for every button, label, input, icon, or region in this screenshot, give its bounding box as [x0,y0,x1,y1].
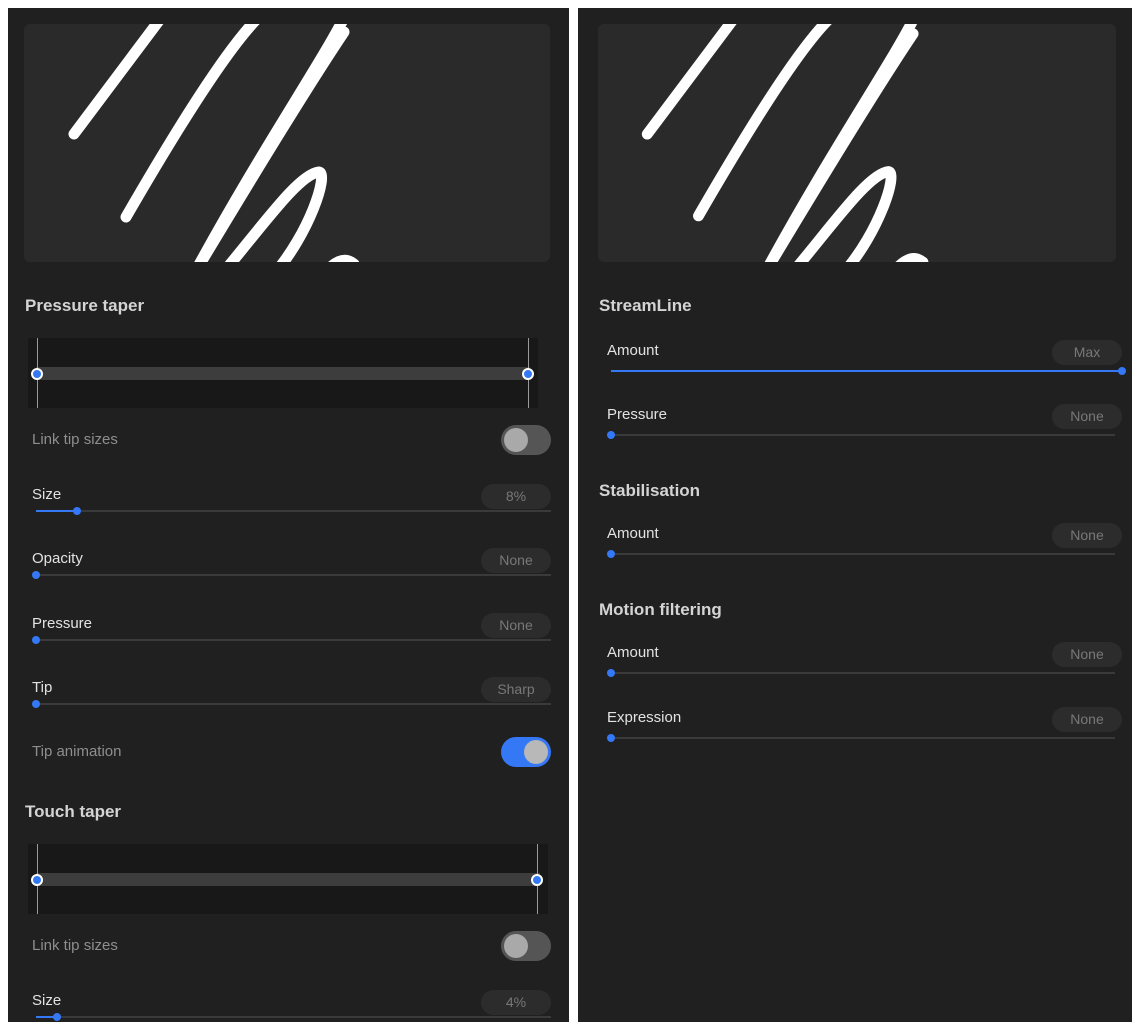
pt-tip-slider-track[interactable] [36,703,551,705]
sl-pressure-value[interactable]: None [1052,404,1122,429]
pt-size-row: Size 8% [32,484,551,520]
pt-pressure-row: Pressure None [32,613,551,649]
taper-start-handle[interactable] [31,368,43,380]
sl-amount-slider-fill [611,370,1122,372]
sl-pressure-slider-track[interactable] [611,434,1115,436]
sl-pressure-row: Pressure None [607,404,1122,440]
pt-opacity-slider-knob[interactable] [32,571,40,579]
taper-end-handle[interactable] [522,368,534,380]
mf-amount-value[interactable]: None [1052,642,1122,667]
pt-opacity-slider-track[interactable] [36,574,551,576]
taper-start-handle[interactable] [31,874,43,886]
pt-link-tip-sizes-row: Link tip sizes [32,425,551,465]
tt-size-slider-knob[interactable] [52,1013,61,1021]
pt-tip-slider-knob[interactable] [32,700,40,708]
pt-link-tip-sizes-label: Link tip sizes [32,431,118,448]
toggle-knob [524,740,548,764]
toggle-knob [504,428,528,452]
brush-stroke-preview-image [68,24,360,262]
taper-track [36,873,540,886]
sl-amount-value[interactable]: Max [1052,340,1122,365]
pt-pressure-slider-knob[interactable] [32,636,40,644]
pt-tip-animation-label: Tip animation [32,743,122,760]
pt-size-slider-knob[interactable] [73,507,82,515]
mf-expression-label: Expression [607,709,682,726]
stroke-preview [598,24,1116,262]
pt-pressure-label: Pressure [32,615,93,632]
mf-amount-label: Amount [607,644,659,661]
pt-pressure-value[interactable]: None [481,613,551,638]
mf-amount-slider-knob[interactable] [607,669,615,677]
right-settings-panel: StreamLine Amount Max Pressure None Stab… [578,8,1132,1022]
pt-opacity-row: Opacity None [32,548,551,584]
tt-size-label: Size [32,992,62,1009]
pt-tip-row: Tip Sharp [32,677,551,713]
mf-expression-value[interactable]: None [1052,707,1122,732]
taper-end-handle[interactable] [531,874,543,886]
touch-taper-control[interactable] [28,844,548,914]
mf-expression-slider-track[interactable] [611,737,1115,739]
pressure-taper-title: Pressure taper [25,296,145,315]
tt-link-tip-sizes-toggle[interactable] [501,931,551,961]
tt-size-value[interactable]: 4% [481,990,551,1015]
sl-amount-slider-knob[interactable] [1118,367,1126,375]
pt-link-tip-sizes-toggle[interactable] [501,425,551,455]
toggle-knob [504,934,528,958]
tt-link-tip-sizes-row: Link tip sizes [32,931,551,971]
pt-size-slider-fill [36,510,78,512]
mf-expression-slider-knob[interactable] [607,734,615,742]
sl-pressure-slider-knob[interactable] [607,431,615,439]
st-amount-label: Amount [607,525,659,542]
mf-amount-row: Amount None [607,642,1122,678]
sl-amount-label: Amount [607,342,659,359]
streamline-title: StreamLine [599,296,692,315]
stroke-preview [24,24,550,262]
stabilisation-title: Stabilisation [599,481,701,500]
pt-size-value[interactable]: 8% [481,484,551,509]
pt-tip-animation-row: Tip animation [32,737,551,777]
sl-amount-row: Amount Max [607,340,1126,376]
pt-opacity-label: Opacity [32,550,83,567]
pt-tip-value[interactable]: Sharp [481,677,551,702]
pt-opacity-value[interactable]: None [481,548,551,573]
pt-size-slider-track[interactable] [36,510,551,512]
motion-filtering-title: Motion filtering [599,600,722,619]
mf-expression-row: Expression None [607,707,1122,743]
st-amount-slider-knob[interactable] [607,550,615,558]
tt-link-tip-sizes-label: Link tip sizes [32,937,118,954]
tt-size-row: Size 4% [32,990,551,1022]
left-settings-panel: Pressure taper Link tip sizes Size 8% Op… [8,8,569,1022]
touch-taper-title: Touch taper [25,802,122,821]
pt-pressure-slider-track[interactable] [36,639,551,641]
taper-track [36,367,530,380]
brush-stroke-preview-image [641,24,929,262]
sl-pressure-label: Pressure [607,406,668,423]
tt-size-slider-track[interactable] [36,1016,551,1018]
st-amount-value[interactable]: None [1052,523,1122,548]
pt-tip-animation-toggle[interactable] [501,737,551,767]
st-amount-row: Amount None [607,523,1122,559]
pt-tip-label: Tip [32,679,53,696]
mf-amount-slider-track[interactable] [611,672,1115,674]
pt-size-label: Size [32,486,62,503]
st-amount-slider-track[interactable] [611,553,1115,555]
pressure-taper-control[interactable] [28,338,538,408]
